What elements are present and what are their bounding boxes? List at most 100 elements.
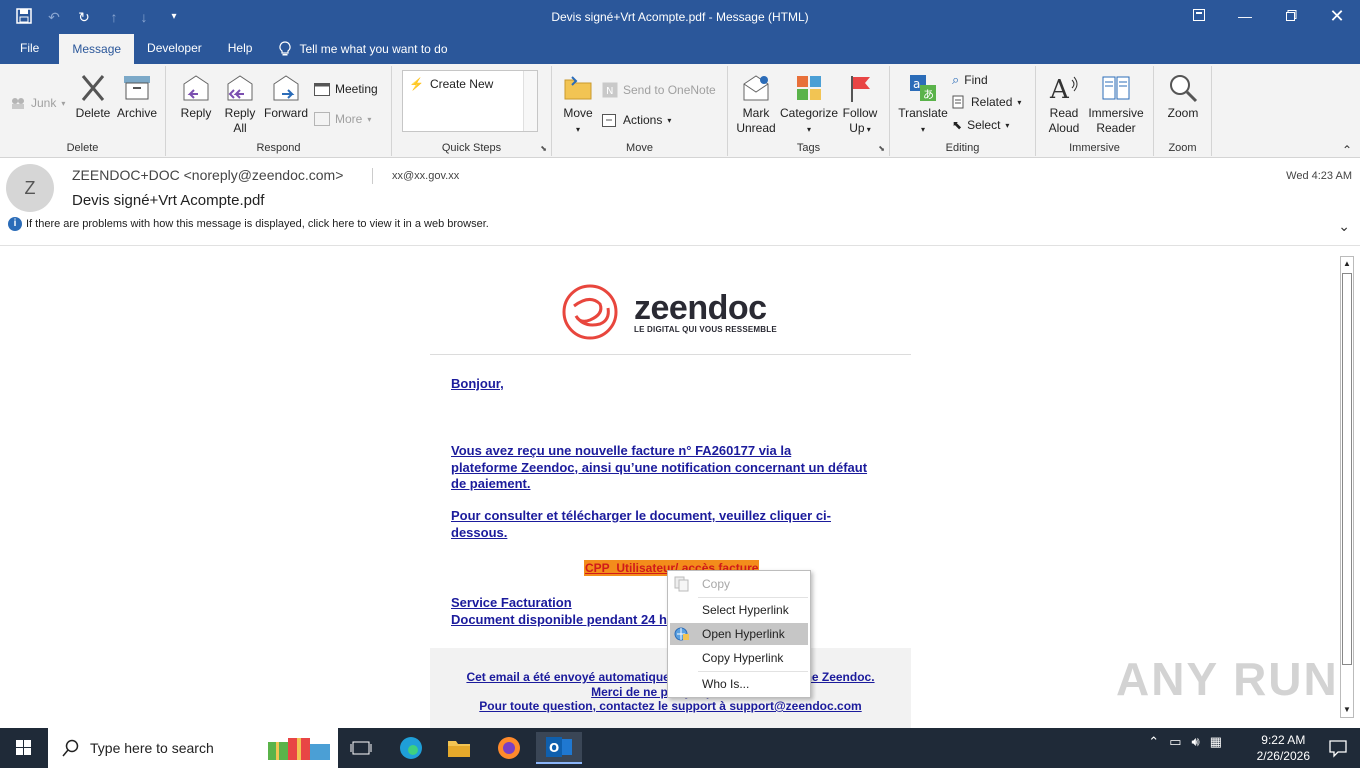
dialog-launcher-icon[interactable]: ⬊ [540, 144, 547, 153]
archive-icon [124, 76, 150, 100]
edge-icon[interactable] [388, 732, 434, 764]
tags-group: Mark Unread Categorize ▾ Follow Up ▾ Tags… [728, 66, 890, 156]
divider [372, 168, 373, 184]
tab-message[interactable]: Message [59, 34, 135, 64]
greeting-link[interactable]: Bonjour, [451, 376, 504, 393]
menu-separator [698, 671, 808, 672]
body-link-1[interactable]: Vous avez reçu une nouvelle facture n° F… [451, 443, 867, 493]
tab-file[interactable]: File [0, 34, 59, 64]
delete-icon [81, 75, 105, 101]
follow-up-button[interactable]: Follow Up ▾ [840, 72, 880, 137]
meet-now-icon[interactable]: ▭ [1169, 734, 1181, 750]
menu-item-open-hyperlink[interactable]: Open Hyperlink [670, 623, 808, 645]
quick-steps-group: ⚡ Create New Quick Steps ⬊ [392, 66, 552, 156]
anyrun-watermark: ANY RUN [1116, 653, 1339, 705]
actions-button[interactable]: Actions ▾ [602, 112, 671, 128]
close-icon[interactable]: ✕ [1314, 0, 1360, 32]
notification-icon[interactable] [1328, 738, 1348, 758]
start-button[interactable] [0, 728, 48, 768]
mark-unread-button[interactable]: Mark Unread [734, 72, 778, 136]
copy-icon [674, 576, 689, 592]
scroll-down-icon[interactable]: ▼ [1341, 703, 1353, 717]
translate-button[interactable]: aあ Translate ▾ [896, 72, 950, 137]
immersive-group: A Read Aloud Immersive Reader Immersive [1036, 66, 1154, 156]
onenote-icon: N [602, 82, 618, 98]
menu-item-who-is[interactable]: Who Is... [670, 673, 808, 695]
find-button[interactable]: ⌕ Find [952, 72, 988, 88]
search-placeholder: Type here to search [90, 740, 214, 756]
message-date: Wed 4:23 AM [1286, 170, 1352, 182]
quick-steps-scrollbar[interactable] [523, 71, 537, 131]
forward-icon [273, 75, 299, 101]
scroll-thumb[interactable] [1342, 273, 1352, 665]
tab-developer[interactable]: Developer [134, 34, 215, 64]
firefox-icon[interactable] [486, 732, 532, 764]
folder-move-icon [564, 76, 592, 100]
ribbon: Junk ▾ Delete Archive Delete Reply Reply … [0, 64, 1360, 158]
signature-link[interactable]: Service Facturation Document disponible … [451, 595, 667, 628]
recipient[interactable]: xx@xx.gov.xx [392, 170, 459, 182]
window-title: Devis signé+Vrt Acompte.pdf - Message (H… [551, 10, 809, 24]
archive-button[interactable]: Archive [114, 72, 160, 121]
vertical-scrollbar[interactable]: ▲ ▼ [1340, 256, 1354, 718]
system-tray: ⌃ ▭ 🔊︎ ▦ [1148, 734, 1222, 750]
read-aloud-button[interactable]: A Read Aloud [1044, 72, 1084, 136]
tell-me-search[interactable]: Tell me what you want to do [265, 34, 460, 64]
categorize-button[interactable]: Categorize ▾ [778, 72, 840, 137]
reply-button[interactable]: Reply [176, 72, 216, 121]
file-explorer-icon[interactable] [436, 732, 482, 764]
taskbar-clock[interactable]: 9:22 AM 2/26/2026 [1257, 732, 1310, 764]
volume-icon[interactable]: 🔊︎ [1192, 734, 1200, 750]
tab-help[interactable]: Help [215, 34, 266, 64]
windows-icon [16, 740, 31, 755]
editing-group: aあ Translate ▾ ⌕ Find Related ▾ ⬉ Select ▾ … [890, 66, 1036, 156]
clock-date: 2/26/2026 [1256, 749, 1310, 763]
quick-step-create-new[interactable]: ⚡ Create New [409, 77, 493, 91]
outlook-taskbar-icon[interactable]: O [536, 732, 582, 764]
scroll-up-icon[interactable]: ▲ [1341, 257, 1353, 271]
minimize-icon[interactable]: — [1222, 0, 1268, 32]
search-icon [62, 739, 79, 757]
footer-line-3[interactable]: Pour toute question, contactez le suppor… [430, 699, 911, 713]
network-icon[interactable]: ▦ [1210, 734, 1222, 750]
info-bar[interactable]: i If there are problems with how this me… [8, 217, 489, 231]
forward-button[interactable]: Forward [262, 72, 310, 121]
svg-text:a: a [913, 77, 920, 91]
related-icon [952, 95, 964, 109]
move-button[interactable]: Move ▾ [558, 72, 598, 137]
immersive-reader-icon [1102, 76, 1130, 100]
quick-steps-gallery[interactable]: ⚡ Create New [402, 70, 538, 132]
reply-all-button[interactable]: Reply All [220, 72, 260, 136]
open-hyperlink-icon [674, 627, 689, 641]
chevron-down-icon[interactable]: ⌄ [1338, 218, 1350, 235]
ribbon-tabs: File Message Developer Help Tell me what… [0, 34, 1360, 64]
send-to-onenote-button[interactable]: N Send to OneNote [602, 82, 716, 98]
tell-me-label: Tell me what you want to do [299, 42, 448, 56]
body-link-2[interactable]: Pour consulter et télécharger le documen… [451, 508, 831, 541]
task-view-icon[interactable] [338, 732, 384, 764]
avatar[interactable]: Z [6, 164, 54, 212]
ribbon-display-options-icon[interactable] [1176, 0, 1222, 32]
menu-separator [698, 597, 808, 598]
maximize-icon[interactable] [1268, 0, 1314, 32]
menu-item-copy-hyperlink[interactable]: Copy Hyperlink [670, 647, 808, 669]
tags-dialog-launcher-icon[interactable]: ⬊ [878, 144, 885, 153]
gifts-icon [268, 738, 330, 760]
more-respond-button[interactable]: More ▾ [314, 112, 371, 126]
meeting-button[interactable]: Meeting [314, 82, 378, 96]
reply-all-icon [227, 75, 253, 101]
menu-item-copy[interactable]: Copy [670, 573, 808, 595]
collapse-ribbon-icon[interactable]: ⌃ [1342, 143, 1352, 157]
related-button[interactable]: Related ▾ [952, 95, 1021, 109]
select-button[interactable]: ⬉ Select ▾ [952, 118, 1009, 132]
junk-button[interactable]: Junk ▾ [10, 96, 65, 110]
immersive-reader-button[interactable]: Immersive Reader [1086, 72, 1146, 136]
subject: Devis signé+Vrt Acompte.pdf [72, 192, 265, 209]
sender[interactable]: ZEENDOC+DOC <noreply@zeendoc.com> [72, 167, 343, 183]
menu-item-select-hyperlink[interactable]: Select Hyperlink [670, 599, 808, 621]
taskbar-search[interactable]: Type here to search [48, 728, 338, 768]
delete-button[interactable]: Delete [74, 72, 112, 121]
taskbar: Type here to search O ⌃ ▭ 🔊︎ ▦ 9:22 AM 2… [0, 728, 1360, 768]
zoom-button[interactable]: Zoom [1162, 72, 1204, 121]
show-hidden-icons-icon[interactable]: ⌃ [1148, 734, 1159, 750]
